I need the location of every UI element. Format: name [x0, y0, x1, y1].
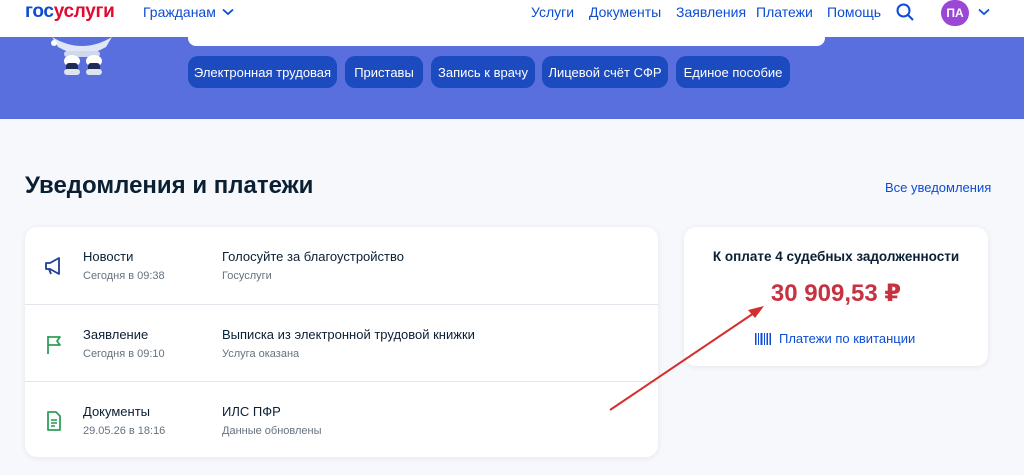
document-icon: [47, 411, 61, 431]
payment-title: К оплате 4 судебных задолженности: [712, 249, 960, 264]
receipt-payments-link[interactable]: Платежи по квитанции: [755, 331, 915, 346]
notification-category: Заявление: [83, 327, 149, 342]
notification-subtitle: Данные обновлены: [222, 425, 322, 437]
notification-row[interactable]: Заявление Сегодня в 09:10 Выписка из эле…: [25, 304, 658, 381]
audience-dropdown[interactable]: Гражданам: [143, 4, 234, 20]
nav-applications[interactable]: Заявления: [676, 4, 746, 20]
notification-subtitle: Госуслуги: [222, 270, 272, 282]
all-notifications-link[interactable]: Все уведомления: [885, 180, 991, 195]
payment-amount[interactable]: 30 909,53 ₽: [684, 279, 988, 308]
notification-row[interactable]: Документы 29.05.26 в 18:16 ИЛС ПФР Данны…: [25, 381, 658, 458]
flag-icon: [47, 336, 61, 354]
avatar[interactable]: ПА: [941, 0, 969, 26]
receipt-payments-label: Платежи по квитанции: [779, 331, 916, 346]
nav-help[interactable]: Помощь: [827, 4, 881, 20]
gosuslugi-logo[interactable]: госуслуги: [25, 1, 115, 23]
chip-doctor-appointment[interactable]: Запись к врачу: [431, 56, 535, 88]
notification-title: ИЛС ПФР: [222, 404, 281, 419]
audience-label: Гражданам: [143, 4, 216, 20]
chip-bailiffs[interactable]: Приставы: [345, 56, 423, 88]
notification-category: Новости: [83, 249, 134, 264]
logo-part-uslugi: услуги: [53, 1, 115, 22]
chip-sfr-account[interactable]: Лицевой счёт СФР: [542, 56, 668, 88]
notification-title: Выписка из электронной трудовой книжки: [222, 327, 475, 342]
megaphone-icon: [45, 257, 60, 275]
profile-chevron-down-icon[interactable]: [978, 8, 990, 16]
chip-unified-benefit[interactable]: Единое пособие: [676, 56, 790, 88]
top-header: госуслуги Гражданам Услуги Документы Зая…: [0, 0, 1024, 37]
mascot-robot-icon: [51, 37, 112, 75]
notification-time: Сегодня в 09:38: [83, 270, 165, 282]
notification-row[interactable]: Новости Сегодня в 09:38 Голосуйте за бла…: [25, 227, 658, 304]
nav-documents[interactable]: Документы: [589, 4, 661, 20]
nav-services[interactable]: Услуги: [531, 4, 574, 20]
logo-part-gos: гос: [25, 1, 54, 22]
notifications-card: Новости Сегодня в 09:38 Голосуйте за бла…: [25, 227, 658, 457]
notification-title: Голосуйте за благоустройство: [222, 249, 404, 264]
notification-time: Сегодня в 09:10: [83, 348, 165, 360]
notification-time: 29.05.26 в 18:16: [83, 425, 166, 437]
chevron-down-icon: [222, 8, 234, 16]
barcode-icon: [755, 332, 771, 345]
nav-payments[interactable]: Платежи: [756, 4, 813, 20]
page-title: Уведомления и платежи: [25, 172, 314, 199]
payment-card: К оплате 4 судебных задолженности 30 909…: [684, 227, 988, 366]
chip-electronic-work-book[interactable]: Электронная трудовая: [188, 56, 337, 88]
search-icon[interactable]: [896, 3, 914, 21]
service-search-box[interactable]: [188, 37, 825, 46]
notification-category: Документы: [83, 404, 151, 419]
notification-subtitle: Услуга оказана: [222, 348, 300, 360]
